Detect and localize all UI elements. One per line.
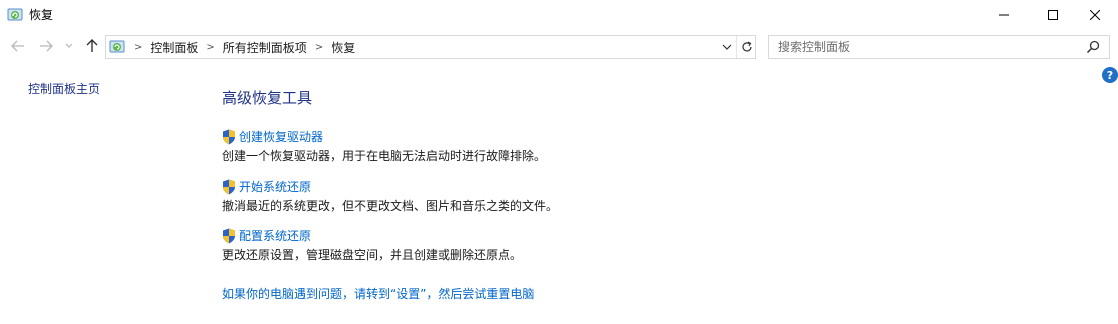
search-input[interactable] (769, 36, 1079, 58)
close-button[interactable] (1072, 0, 1118, 30)
task-configure-system-restore: 配置系统还原 更改还原设置，管理磁盘空间，并且创建或删除还原点。 (222, 227, 522, 263)
recovery-icon (7, 7, 23, 23)
back-button[interactable] (8, 33, 28, 59)
breadcrumb-separator[interactable]: > (134, 42, 142, 53)
arrow-up-icon (86, 39, 98, 52)
task-link-label[interactable]: 配置系统还原 (239, 227, 311, 244)
breadcrumb-separator[interactable]: > (315, 42, 323, 53)
help-button[interactable]: ? (1102, 67, 1118, 83)
configure-system-restore-link[interactable]: 配置系统还原 (222, 227, 522, 244)
refresh-button[interactable] (736, 36, 756, 58)
create-recovery-drive-link[interactable]: 创建恢复驱动器 (222, 128, 546, 145)
chevron-down-icon (722, 44, 732, 50)
up-button[interactable] (83, 33, 101, 59)
uac-shield-icon (223, 228, 235, 243)
forward-button[interactable] (36, 33, 56, 59)
recovery-icon (109, 39, 125, 55)
breadcrumb-all-items[interactable]: 所有控制面板项 (223, 39, 307, 56)
task-link-label[interactable]: 创建恢复驱动器 (239, 128, 323, 145)
navigation-bar: > 控制面板 > 所有控制面板项 > 恢复 (0, 33, 1118, 59)
chevron-down-icon (65, 43, 73, 48)
start-system-restore-link[interactable]: 开始系统还原 (222, 178, 558, 195)
search-icon[interactable] (1085, 39, 1101, 55)
uac-shield-icon (223, 129, 235, 144)
minimize-button[interactable] (981, 0, 1027, 30)
breadcrumb-separator[interactable]: > (206, 42, 214, 53)
address-bar[interactable]: > 控制面板 > 所有控制面板项 > 恢复 (105, 35, 756, 59)
task-link-label[interactable]: 开始系统还原 (239, 178, 311, 195)
task-start-system-restore: 开始系统还原 撤消最近的系统更改，但不更改文档、图片和音乐之类的文件。 (222, 178, 558, 214)
uac-shield-icon (223, 179, 235, 194)
task-description: 撤消最近的系统更改，但不更改文档、图片和音乐之类的文件。 (222, 199, 559, 213)
arrow-left-icon (11, 40, 24, 52)
search-box[interactable] (768, 35, 1110, 59)
maximize-button[interactable] (1030, 0, 1076, 30)
refresh-icon (741, 41, 752, 52)
maximize-icon (1048, 10, 1058, 20)
minimize-icon (999, 14, 1009, 16)
task-description: 更改还原设置，管理磁盘空间，并且创建或删除还原点。 (222, 248, 523, 262)
recent-locations-button[interactable] (62, 33, 76, 59)
control-panel-home-link[interactable]: 控制面板主页 (28, 80, 100, 97)
breadcrumb-recovery[interactable]: 恢复 (331, 39, 355, 56)
window-title: 恢复 (29, 8, 54, 22)
page-title: 高级恢复工具 (222, 89, 313, 107)
close-icon (1090, 10, 1100, 20)
address-dropdown-button[interactable] (718, 36, 736, 58)
reset-pc-settings-link[interactable]: 如果你的电脑遇到问题，请转到“设置”，然后尝试重置电脑 (222, 285, 534, 302)
arrow-right-icon (40, 40, 53, 52)
breadcrumb-control-panel[interactable]: 控制面板 (150, 39, 198, 56)
task-description: 创建一个恢复驱动器，用于在电脑无法启动时进行故障排除。 (222, 149, 547, 163)
breadcrumb: > 控制面板 > 所有控制面板项 > 恢复 (128, 36, 355, 58)
task-create-recovery-drive: 创建恢复驱动器 创建一个恢复驱动器，用于在电脑无法启动时进行故障排除。 (222, 128, 546, 164)
title-bar: 恢复 (0, 0, 1118, 30)
